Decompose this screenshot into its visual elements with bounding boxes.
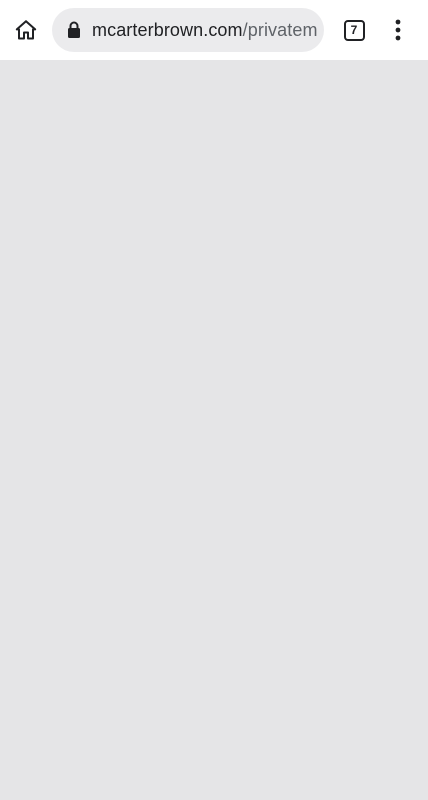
more-options-button[interactable] [380, 12, 416, 48]
page-content[interactable] [0, 60, 428, 800]
url-text: mcarterbrown.com/privatem [92, 20, 318, 41]
address-bar[interactable]: mcarterbrown.com/privatem [52, 8, 324, 52]
home-button[interactable] [8, 12, 44, 48]
more-vert-icon [395, 19, 401, 41]
lock-icon [67, 21, 81, 39]
url-host: mcarterbrown.com [92, 19, 243, 40]
url-path: /privatem [242, 19, 318, 40]
browser-window: mcarterbrown.com/privatem 7 [0, 0, 428, 800]
tab-count-icon: 7 [343, 19, 365, 41]
tab-switcher-button[interactable]: 7 [336, 12, 372, 48]
tab-count: 7 [350, 23, 358, 37]
browser-toolbar: mcarterbrown.com/privatem 7 [0, 0, 428, 60]
home-icon [15, 20, 37, 40]
